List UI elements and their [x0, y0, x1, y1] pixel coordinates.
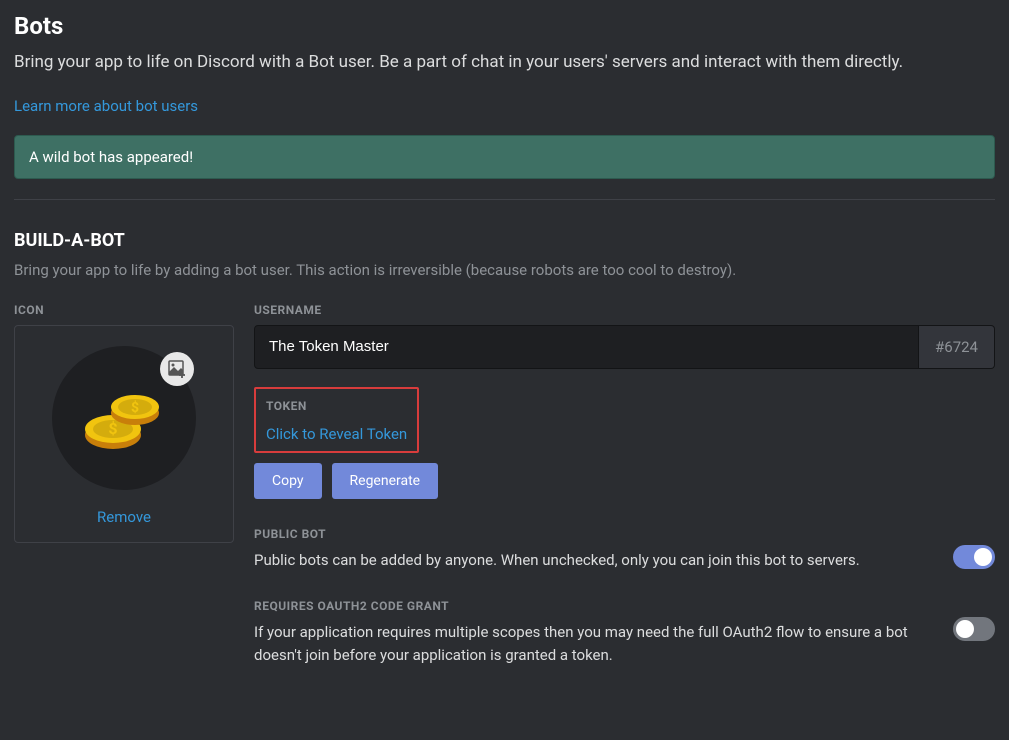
oauth2-grant-description: If your application requires multiple sc… [254, 621, 925, 666]
username-input[interactable] [254, 325, 919, 369]
form-column: USERNAME #6724 TOKEN Click to Reveal Tok… [254, 303, 995, 667]
svg-text:$: $ [131, 399, 139, 416]
oauth2-grant-label: REQUIRES OAUTH2 CODE GRANT [254, 599, 925, 613]
toggle-knob [956, 620, 974, 638]
icon-upload-box[interactable]: $ $ Remove [14, 325, 234, 543]
public-bot-setting: PUBLIC BOT Public bots can be added by a… [254, 527, 995, 572]
public-bot-label: PUBLIC BOT [254, 527, 925, 541]
icon-label: ICON [14, 303, 234, 317]
username-label: USERNAME [254, 303, 995, 317]
remove-icon-link[interactable]: Remove [97, 508, 151, 526]
upload-image-button[interactable] [160, 352, 194, 386]
public-bot-toggle[interactable] [953, 545, 995, 569]
build-a-bot-description: Bring your app to life by adding a bot u… [14, 261, 995, 279]
token-label: TOKEN [266, 399, 407, 413]
token-button-row: Copy Regenerate [254, 463, 995, 499]
copy-button[interactable]: Copy [254, 463, 322, 499]
image-add-icon [168, 360, 186, 378]
page-description: Bring your app to life on Discord with a… [14, 50, 995, 76]
success-banner: A wild bot has appeared! [14, 135, 995, 179]
toggle-knob [974, 548, 992, 566]
section-divider [14, 199, 995, 200]
username-row: #6724 [254, 325, 995, 369]
discriminator-label: #6724 [919, 325, 995, 369]
oauth2-grant-setting: REQUIRES OAUTH2 CODE GRANT If your appli… [254, 599, 995, 666]
page-title: Bots [14, 12, 995, 40]
token-box: TOKEN Click to Reveal Token [254, 387, 419, 453]
public-bot-description: Public bots can be added by anyone. When… [254, 549, 925, 572]
bot-avatar[interactable]: $ $ [52, 346, 196, 490]
reveal-token-link[interactable]: Click to Reveal Token [266, 425, 407, 443]
regenerate-button[interactable]: Regenerate [332, 463, 439, 499]
svg-text:$: $ [108, 419, 117, 438]
learn-more-link[interactable]: Learn more about bot users [14, 97, 198, 115]
build-form: ICON $ $ [14, 303, 995, 667]
build-a-bot-title: BUILD-A-BOT [14, 230, 995, 251]
oauth2-grant-toggle[interactable] [953, 617, 995, 641]
icon-column: ICON $ $ [14, 303, 234, 667]
coins-icon: $ $ [83, 379, 165, 457]
